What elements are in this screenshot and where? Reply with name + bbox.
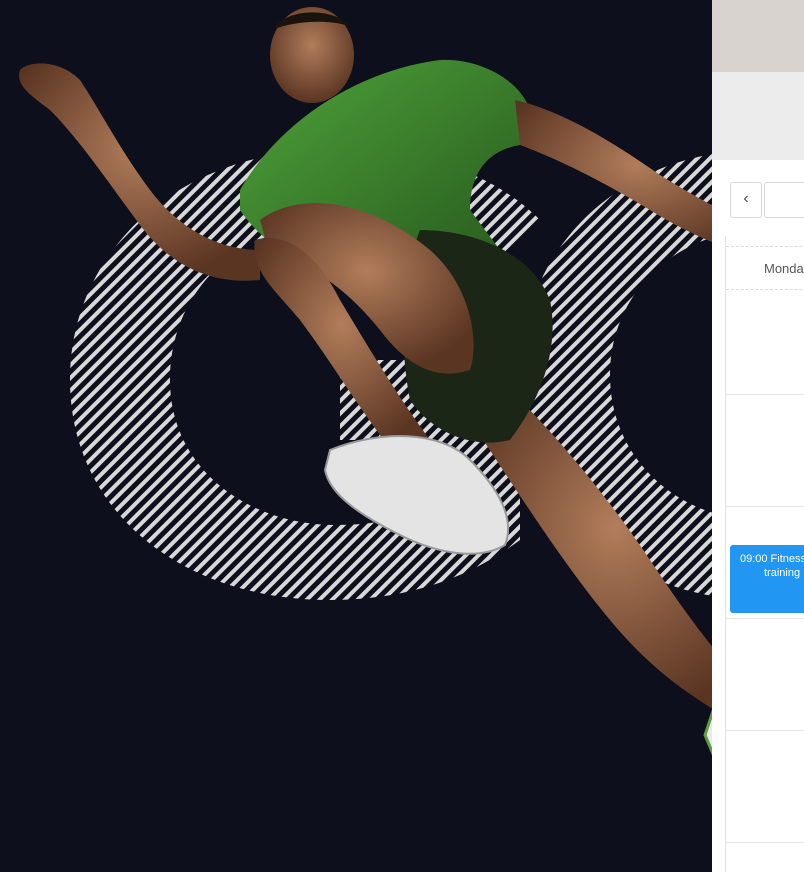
chevron-left-icon: ‹ xyxy=(743,190,749,207)
grid-row-divider xyxy=(726,618,804,619)
grid-row-divider xyxy=(726,842,804,843)
previous-week-button[interactable]: ‹ xyxy=(730,182,762,218)
grid-row-divider xyxy=(726,506,804,507)
calendar-navigation: ‹ xyxy=(730,182,804,218)
day-header-monday[interactable]: Monday xyxy=(726,246,804,290)
hero-banner xyxy=(0,0,804,872)
event-time-title: 09:00 Fitness xyxy=(739,553,804,565)
next-week-button[interactable] xyxy=(764,182,804,218)
calendar-toolbar xyxy=(712,72,804,160)
hero-artwork xyxy=(19,7,797,870)
grid-row-divider xyxy=(726,730,804,731)
grid-row-divider xyxy=(726,394,804,395)
calendar-event[interactable]: 09:00 Fitness training xyxy=(730,545,804,613)
calendar-panel: ‹ Monday 09:00 Fitness training xyxy=(712,0,804,872)
calendar-top-bar xyxy=(712,0,804,72)
event-title-continued: training xyxy=(764,567,801,579)
